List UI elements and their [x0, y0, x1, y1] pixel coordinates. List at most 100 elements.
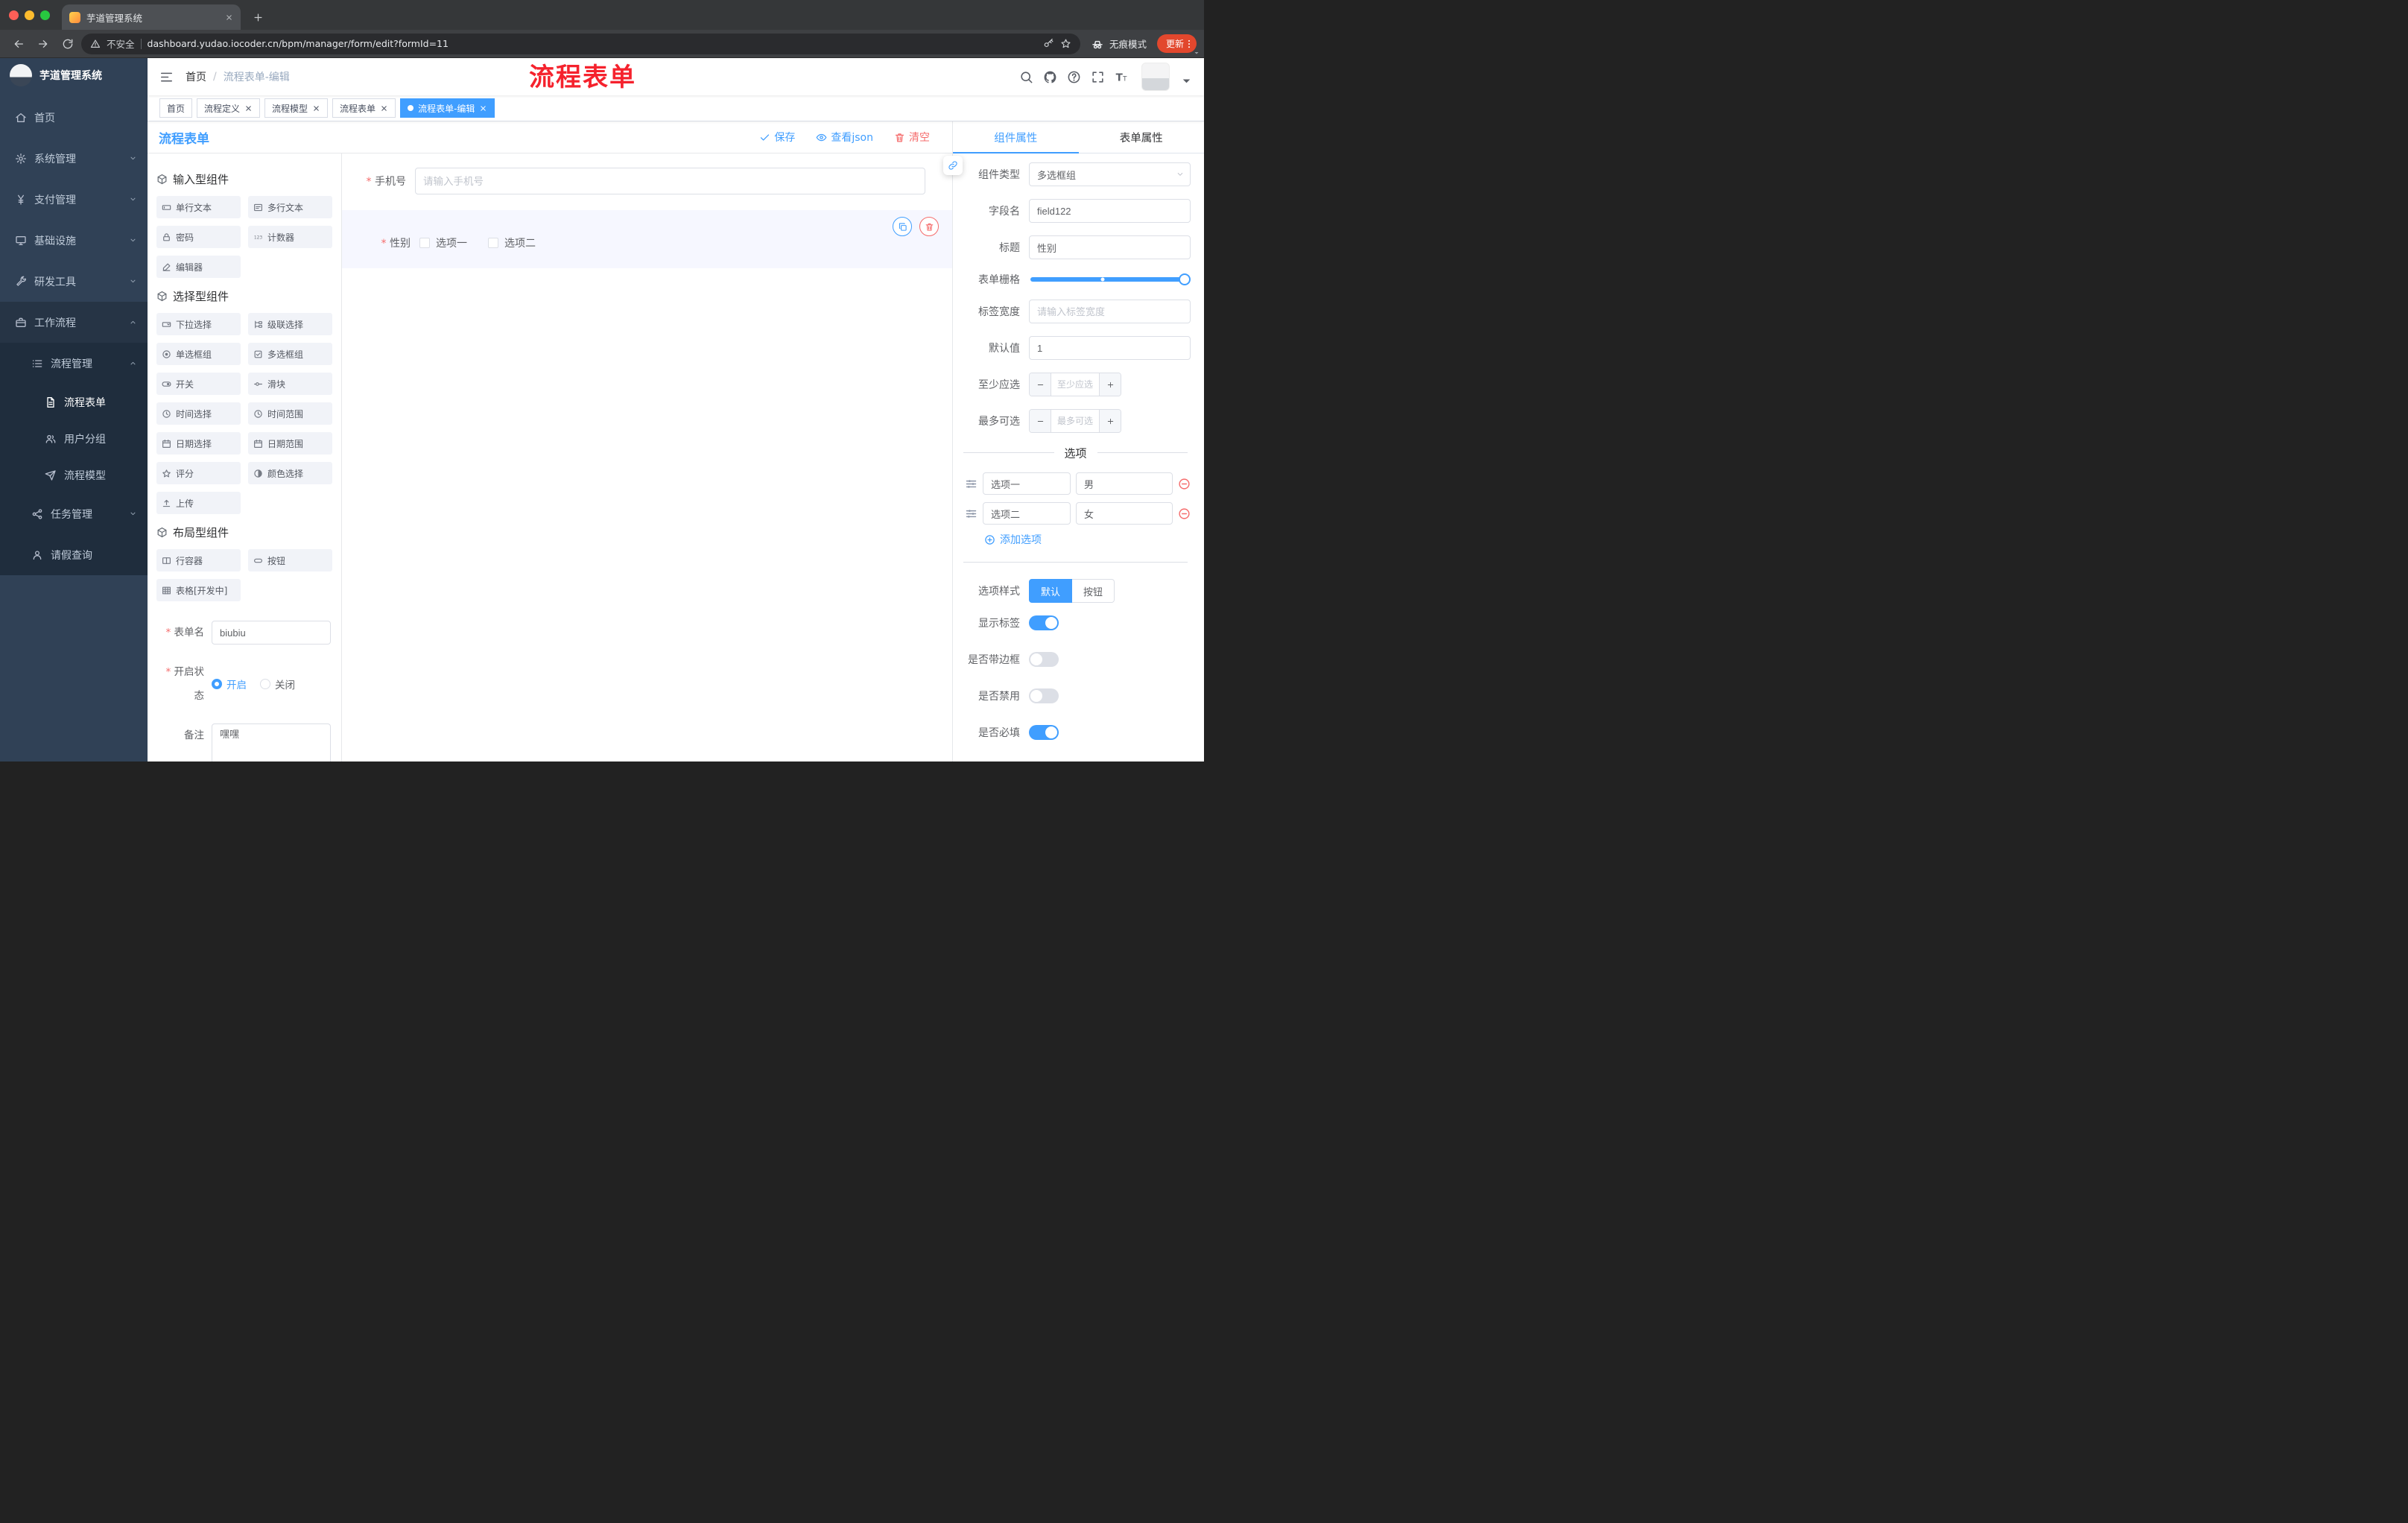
sidebar-item-user-group[interactable]: 用户分组: [0, 420, 148, 457]
sidebar-item-home[interactable]: 首页: [0, 97, 148, 138]
component-row-container[interactable]: 行容器: [156, 549, 241, 571]
component-editor[interactable]: 编辑器: [156, 256, 241, 278]
status-radio-on[interactable]: 开启: [212, 677, 247, 691]
menu-fold-icon[interactable]: [159, 70, 174, 84]
user-avatar[interactable]: [1141, 63, 1170, 91]
required-switch[interactable]: [1029, 725, 1059, 740]
field-name-input[interactable]: [1029, 199, 1191, 223]
gender-checkbox-option-1[interactable]: 选项一: [419, 235, 467, 250]
sidebar-item-process-mgmt[interactable]: 流程管理: [0, 343, 148, 384]
component-date-range[interactable]: 日期范围: [248, 432, 332, 455]
option-label-input[interactable]: [983, 502, 1071, 525]
tag-4[interactable]: 流程表单-编辑: [400, 98, 495, 118]
close-icon[interactable]: [244, 104, 253, 113]
sidebar-item-process-model[interactable]: 流程模型: [0, 457, 148, 493]
close-icon[interactable]: [479, 104, 487, 113]
minus-circle-icon[interactable]: [1178, 478, 1191, 490]
form-grid-slider[interactable]: [1030, 273, 1191, 285]
form-canvas[interactable]: 手机号 性别 选项一: [342, 153, 952, 762]
disabled-switch[interactable]: [1029, 688, 1059, 703]
option-style-button-button[interactable]: 按钮: [1072, 579, 1115, 603]
drag-icon[interactable]: [965, 478, 978, 490]
min-select-input[interactable]: [1051, 373, 1099, 396]
component-color-picker[interactable]: 颜色选择: [248, 462, 332, 484]
label-width-input[interactable]: [1029, 300, 1191, 323]
tab-close-icon[interactable]: [225, 13, 233, 22]
window-close-button[interactable]: [9, 10, 19, 20]
slider-handle[interactable]: [1179, 273, 1191, 285]
max-select-input[interactable]: [1051, 410, 1099, 432]
address-bar[interactable]: 不安全 dashboard.yudao.iocoder.cn/bpm/manag…: [81, 33, 1080, 54]
copy-field-button[interactable]: [893, 217, 912, 236]
sidebar-item-leave-query[interactable]: 请假查询: [0, 534, 148, 575]
browser-update-button[interactable]: 更新: [1156, 34, 1197, 53]
save-button[interactable]: 保存: [759, 130, 795, 145]
tag-0[interactable]: 首页: [159, 98, 193, 118]
sidebar-item-task-mgmt[interactable]: 任务管理: [0, 493, 148, 534]
window-minimize-button[interactable]: [25, 10, 34, 20]
component-switch[interactable]: 开关: [156, 373, 241, 395]
status-radio-off[interactable]: 关闭: [260, 677, 295, 691]
password-key-icon[interactable]: [1043, 38, 1054, 49]
tab-form-props[interactable]: 表单属性: [1079, 121, 1205, 153]
clear-button[interactable]: 清空: [894, 130, 930, 145]
component-date-picker[interactable]: 日期选择: [156, 432, 241, 455]
remark-textarea[interactable]: 嘿嘿: [212, 723, 331, 762]
option-label-input[interactable]: [983, 472, 1071, 495]
view-json-button[interactable]: 查看json: [816, 130, 873, 145]
component-single-line-text[interactable]: 单行文本: [156, 196, 241, 218]
breadcrumb-home[interactable]: 首页: [186, 69, 206, 84]
with-border-switch[interactable]: [1029, 652, 1059, 667]
component-type-value[interactable]: [1029, 162, 1191, 186]
browser-tab[interactable]: 芋道管理系统: [62, 4, 241, 30]
window-zoom-button[interactable]: [40, 10, 50, 20]
tag-1[interactable]: 流程定义: [197, 98, 261, 118]
decrease-button[interactable]: [1030, 410, 1051, 432]
phone-field[interactable]: 手机号: [342, 164, 952, 198]
fullscreen-icon[interactable]: [1091, 70, 1105, 84]
browser-menu-dots-icon[interactable]: [1184, 39, 1194, 49]
close-icon[interactable]: [380, 104, 388, 113]
drag-icon[interactable]: [965, 507, 978, 520]
option-style-default-button[interactable]: 默认: [1029, 579, 1073, 603]
component-dropdown-select[interactable]: 下拉选择: [156, 313, 241, 335]
component-rate[interactable]: 评分: [156, 462, 241, 484]
sidebar-item-workflow[interactable]: 工作流程: [0, 302, 148, 343]
close-icon[interactable]: [312, 104, 320, 113]
search-icon[interactable]: [1019, 70, 1033, 84]
sidebar-item-system[interactable]: 系统管理: [0, 138, 148, 179]
option-value-input[interactable]: [1076, 472, 1173, 495]
github-icon[interactable]: [1043, 70, 1057, 84]
component-type-select[interactable]: [1029, 162, 1191, 186]
add-option-button[interactable]: 添加选项: [984, 532, 1191, 547]
component-checkbox-group[interactable]: 多选框组: [248, 343, 332, 365]
bookmark-star-icon[interactable]: [1060, 38, 1071, 49]
sidebar-item-devtools[interactable]: 研发工具: [0, 261, 148, 302]
component-counter[interactable]: 计数器: [248, 226, 332, 248]
component-multi-line-text[interactable]: 多行文本: [248, 196, 332, 218]
font-size-icon[interactable]: [1115, 70, 1129, 84]
component-password[interactable]: 密码: [156, 226, 241, 248]
default-value-input[interactable]: [1029, 336, 1191, 360]
sidebar-logo[interactable]: 芋道管理系统: [0, 58, 148, 92]
component-time-picker[interactable]: 时间选择: [156, 402, 241, 425]
avatar-caret-icon[interactable]: [1179, 74, 1194, 88]
sidebar-item-process-form[interactable]: 流程表单: [0, 384, 148, 420]
option-value-input[interactable]: [1076, 502, 1173, 525]
form-name-input[interactable]: [212, 621, 331, 645]
increase-button[interactable]: [1099, 410, 1121, 432]
component-table-dev[interactable]: 表格[开发中]: [156, 579, 241, 601]
phone-input[interactable]: [415, 168, 925, 194]
security-label[interactable]: 不安全: [107, 37, 135, 51]
decrease-button[interactable]: [1030, 373, 1051, 396]
help-icon[interactable]: [1067, 70, 1081, 84]
reload-button[interactable]: [57, 33, 78, 54]
new-tab-button[interactable]: [247, 6, 269, 28]
tag-2[interactable]: 流程模型: [264, 98, 329, 118]
increase-button[interactable]: [1099, 373, 1121, 396]
component-slider[interactable]: 滑块: [248, 373, 332, 395]
sidebar-item-infrastructure[interactable]: 基础设施: [0, 220, 148, 261]
delete-field-button[interactable]: [919, 217, 939, 236]
gender-checkbox-option-2[interactable]: 选项二: [488, 235, 536, 250]
component-button[interactable]: 按钮: [248, 549, 332, 571]
